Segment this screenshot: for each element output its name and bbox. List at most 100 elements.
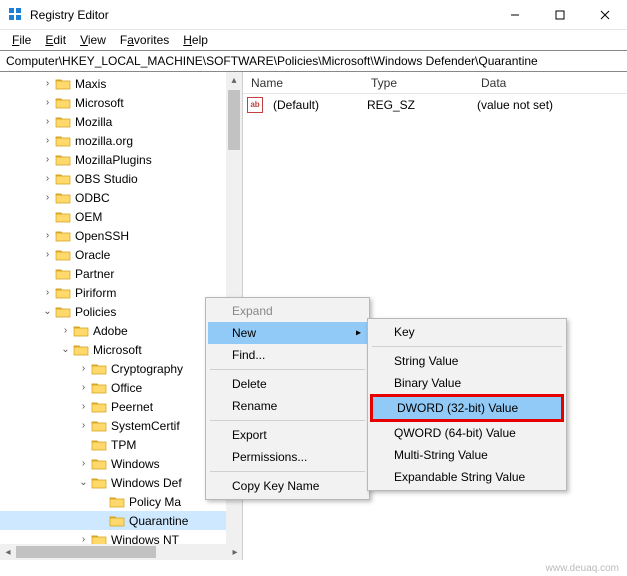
tree-horizontal-scrollbar[interactable]: ◂ ▸ (0, 544, 243, 560)
scroll-thumb[interactable] (228, 90, 240, 150)
folder-icon (55, 229, 71, 243)
ctx-new[interactable]: New ▸ (208, 322, 367, 344)
folder-icon (91, 457, 107, 471)
watermark: www.deuaq.com (546, 563, 619, 574)
ctx-permissions[interactable]: Permissions... (208, 446, 367, 468)
tree-item[interactable]: ›OEM (0, 207, 242, 226)
tree-item-label: Office (111, 381, 142, 395)
tree-item[interactable]: ›Partner (0, 264, 242, 283)
sub-expandable-string[interactable]: Expandable String Value (370, 466, 564, 488)
ctx-find[interactable]: Find... (208, 344, 367, 366)
tree-item-label: Peernet (111, 400, 153, 414)
col-type[interactable]: Type (363, 76, 473, 90)
context-menu: Expand New ▸ Find... Delete Rename Expor… (205, 297, 370, 500)
col-data[interactable]: Data (473, 76, 627, 90)
ctx-export[interactable]: Export (208, 424, 367, 446)
sub-qword-value[interactable]: QWORD (64-bit) Value (370, 422, 564, 444)
close-button[interactable] (582, 0, 627, 30)
scroll-left-icon[interactable]: ◂ (0, 547, 16, 558)
menu-edit[interactable]: Edit (39, 31, 72, 49)
tree-item-label: Piriform (75, 286, 116, 300)
cell-data: (value not set) (469, 98, 561, 112)
chevron-right-icon[interactable]: › (76, 458, 91, 469)
tree-item[interactable]: ›Oracle (0, 245, 242, 264)
tree-item[interactable]: ›mozilla.org (0, 131, 242, 150)
chevron-right-icon[interactable]: › (76, 420, 91, 431)
chevron-right-icon[interactable]: › (40, 97, 55, 108)
tree-item-label: Microsoft (75, 96, 124, 110)
chevron-right-icon[interactable]: › (76, 382, 91, 393)
chevron-right-icon[interactable]: › (40, 78, 55, 89)
menu-favorites[interactable]: Favorites (114, 31, 175, 49)
tree-item[interactable]: › MozillaPlugins (0, 150, 242, 169)
chevron-right-icon[interactable]: › (76, 401, 91, 412)
hscroll-thumb[interactable] (16, 546, 156, 558)
tree-item-label: Microsoft (93, 343, 142, 357)
sub-binary-value[interactable]: Binary Value (370, 372, 564, 394)
chevron-right-icon[interactable]: › (58, 325, 73, 336)
folder-icon (55, 286, 71, 300)
chevron-right-icon[interactable]: › (40, 249, 55, 260)
ctx-copy-key-name[interactable]: Copy Key Name (208, 475, 367, 497)
maximize-button[interactable] (537, 0, 582, 30)
menu-view[interactable]: View (74, 31, 112, 49)
sub-key[interactable]: Key (370, 321, 564, 343)
scroll-right-icon[interactable]: ▸ (227, 547, 243, 558)
folder-icon (55, 210, 71, 224)
chevron-right-icon[interactable]: › (76, 363, 91, 374)
folder-icon (55, 248, 71, 262)
tree-item[interactable]: ›OBS Studio (0, 169, 242, 188)
tree-item-label: SystemCertif (111, 419, 180, 433)
menu-help[interactable]: Help (177, 31, 214, 49)
folder-icon (109, 514, 125, 528)
tree-item[interactable]: ›Quarantine (0, 511, 242, 530)
tree-item-label: Partner (75, 267, 114, 281)
folder-icon (91, 419, 107, 433)
folder-icon (55, 134, 71, 148)
folder-icon (91, 362, 107, 376)
titlebar: Registry Editor (0, 0, 627, 30)
cell-name: (Default) (265, 98, 359, 112)
ctx-expand[interactable]: Expand (208, 300, 367, 322)
tree-item[interactable]: ›Mozilla (0, 112, 242, 131)
tree-item[interactable]: ›Maxis (0, 74, 242, 93)
scroll-up-icon[interactable]: ▴ (226, 72, 242, 88)
folder-icon (55, 305, 71, 319)
window-title: Registry Editor (30, 8, 492, 22)
menu-file[interactable]: File (6, 31, 37, 49)
col-name[interactable]: Name (243, 76, 363, 90)
menubar: File Edit View Favorites Help (0, 30, 627, 50)
tree-item-label: OpenSSH (75, 229, 129, 243)
folder-icon (73, 324, 89, 338)
chevron-right-icon[interactable]: › (40, 230, 55, 241)
ctx-rename[interactable]: Rename (208, 395, 367, 417)
ctx-delete[interactable]: Delete (208, 373, 367, 395)
chevron-down-icon[interactable]: ⌄ (58, 344, 73, 355)
chevron-right-icon[interactable]: › (40, 135, 55, 146)
minimize-button[interactable] (492, 0, 537, 30)
chevron-right-icon[interactable]: › (40, 287, 55, 298)
tree-item[interactable]: › OpenSSH (0, 226, 242, 245)
chevron-down-icon[interactable]: ⌄ (40, 306, 55, 317)
sub-multi-string[interactable]: Multi-String Value (370, 444, 564, 466)
list-header: Name Type Data (243, 72, 627, 94)
new-submenu: Key String Value Binary Value DWORD (32-… (367, 318, 567, 491)
list-row[interactable]: ab (Default) REG_SZ (value not set) (243, 95, 627, 114)
address-bar[interactable]: Computer\HKEY_LOCAL_MACHINE\SOFTWARE\Pol… (0, 50, 627, 72)
string-value-icon: ab (247, 97, 263, 113)
chevron-down-icon[interactable]: ⌄ (76, 477, 91, 488)
tree-item-label: Windows (111, 457, 160, 471)
tree-item-label: Quarantine (129, 514, 188, 528)
sub-dword-value[interactable]: DWORD (32-bit) Value (370, 394, 564, 422)
tree-item-label: MozillaPlugins (75, 153, 152, 167)
chevron-right-icon[interactable]: › (40, 154, 55, 165)
separator (210, 471, 365, 472)
chevron-right-icon[interactable]: › (40, 116, 55, 127)
chevron-right-icon[interactable]: › (40, 192, 55, 203)
folder-icon (55, 77, 71, 91)
sub-string-value[interactable]: String Value (370, 350, 564, 372)
tree-item[interactable]: › Microsoft (0, 93, 242, 112)
chevron-right-icon[interactable]: › (40, 173, 55, 184)
tree-item[interactable]: ›ODBC (0, 188, 242, 207)
folder-icon (91, 438, 107, 452)
